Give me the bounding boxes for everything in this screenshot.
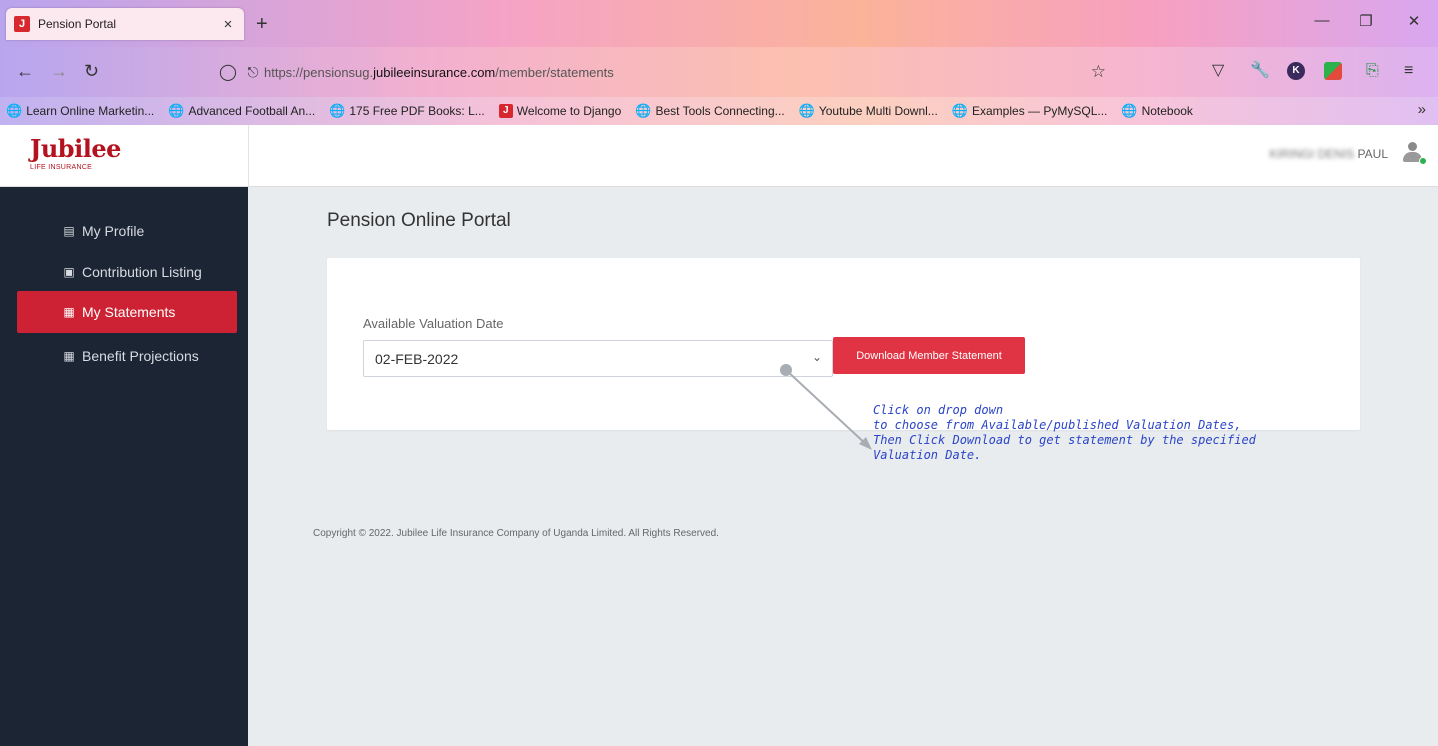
sidebar-item-label: Benefit Projections [82, 348, 199, 364]
annotation-line: Valuation Date. [873, 448, 982, 462]
jubilee-favicon-icon: J [14, 16, 30, 32]
online-status-dot [1419, 157, 1427, 165]
browser-tab[interactable]: J Pension Portal × [6, 8, 244, 40]
sidebar-item-label: Contribution Listing [82, 264, 202, 280]
url-host: jubileeinsurance.com [373, 64, 496, 80]
sidebar-item-my-profile[interactable]: ▤ My Profile [17, 210, 237, 252]
bookmark-label: Youtube Multi Downl... [818, 104, 938, 118]
bookmark-item[interactable]: 🌐 Best Tools Connecting... [635, 103, 784, 119]
reload-icon[interactable]: ↻ [84, 61, 99, 81]
bookmark-label: Learn Online Marketin... [26, 104, 155, 118]
back-icon[interactable]: ← [16, 61, 34, 81]
globe-icon: 🌐 [168, 103, 185, 118]
annotation-note: Click on drop down to choose from Availa… [873, 403, 1293, 463]
money-icon: ▣ [63, 265, 75, 279]
pocket-icon[interactable]: ▽ [1212, 61, 1224, 81]
annotation-line: Click on drop down [873, 403, 1004, 417]
globe-icon: 🌐 [1121, 103, 1138, 118]
browser-navbar: ← → ↻ ◯ ⎋ https://pensionsug. jubileeins… [0, 47, 1438, 97]
url-path: /member/statements [495, 64, 614, 80]
forward-icon[interactable]: → [50, 61, 68, 81]
bookmarks-overflow-icon[interactable]: » [1418, 101, 1426, 118]
copyright-text: Copyright © 2022. Jubilee Life Insurance… [313, 528, 719, 539]
sidebar: ▤ My Profile ▣ Contribution Listing ▦ My… [0, 187, 248, 746]
bookmark-item[interactable]: 🌐 175 Free PDF Books: L... [329, 103, 485, 119]
bookmark-label: Notebook [1141, 104, 1193, 118]
globe-icon: 🌐 [329, 103, 346, 118]
browser-tab-strip: J Pension Portal × + — ❐ ✕ [0, 0, 1438, 47]
selected-date: 02-FEB-2022 [375, 350, 459, 367]
new-tab-button[interactable]: + [256, 14, 268, 34]
profile-k-icon[interactable]: K [1287, 62, 1305, 80]
user-name-redacted: KIRINGI DENIS [1269, 147, 1355, 161]
page-title: Pension Online Portal [327, 210, 511, 231]
printer-icon[interactable]: ⎘ [1366, 61, 1379, 81]
brand-logo[interactable]: Jubilee LIFE INSURANCE [0, 125, 249, 186]
annotation-arrow-head [859, 437, 872, 450]
globe-icon: 🌐 [6, 103, 23, 118]
bookmark-star-icon[interactable]: ☆ [1091, 62, 1106, 82]
user-name[interactable]: KIRINGI DENIS PAUL [1270, 147, 1389, 161]
sidebar-item-contribution-listing[interactable]: ▣ Contribution Listing [17, 251, 237, 293]
minimize-icon[interactable]: — [1302, 12, 1342, 29]
avatar-head [1408, 142, 1417, 151]
bookmark-label: 175 Free PDF Books: L... [349, 104, 485, 118]
bookmark-label: Examples — PyMySQL... [972, 104, 1108, 118]
app-header: Jubilee LIFE INSURANCE KIRINGI DENIS PAU… [0, 125, 1438, 187]
wrench-icon[interactable]: 🔧 [1250, 61, 1270, 81]
bookmark-item[interactable]: 🌐 Notebook [1121, 103, 1193, 119]
extension-grid-icon[interactable] [1324, 62, 1342, 80]
shield-icon[interactable]: ◯ [214, 62, 242, 82]
sidebar-item-label: My Profile [82, 223, 145, 239]
tab-close-icon[interactable]: × [220, 16, 236, 33]
valuation-date-select[interactable]: 02-FEB-2022 ⌄ [363, 340, 833, 377]
brand-subtitle: LIFE INSURANCE [30, 164, 93, 171]
restore-icon[interactable]: ❐ [1346, 12, 1386, 30]
bookmark-item[interactable]: 🌐 Learn Online Marketin... [6, 103, 154, 119]
download-statement-button[interactable]: Download Member Statement [833, 337, 1025, 374]
avatar[interactable] [1400, 142, 1427, 166]
user-last-name: PAUL [1357, 147, 1388, 161]
bookmark-item[interactable]: 🌐 Youtube Multi Downl... [799, 103, 938, 119]
bookmark-item[interactable]: J Welcome to Django [498, 104, 622, 118]
sidebar-item-label: My Statements [82, 304, 176, 320]
valuation-date-label: Available Valuation Date [363, 316, 504, 331]
lock-icon[interactable]: ⎋ [242, 64, 264, 81]
bookmark-label: Best Tools Connecting... [655, 104, 785, 118]
bookmark-label: Advanced Football An... [188, 104, 316, 118]
annotation-line: to choose from Available/published Valua… [873, 418, 1242, 432]
menu-icon[interactable]: ≡ [1404, 61, 1413, 81]
newspaper-icon: ▦ [63, 349, 75, 363]
sidebar-item-my-statements[interactable]: ▦ My Statements [17, 291, 237, 333]
bookmark-item[interactable]: 🌐 Advanced Football An... [168, 103, 315, 119]
id-card-icon: ▤ [63, 224, 75, 238]
newspaper-icon: ▦ [63, 305, 75, 319]
sidebar-item-benefit-projections[interactable]: ▦ Benefit Projections [17, 335, 237, 377]
tab-title: Pension Portal [38, 17, 117, 31]
globe-icon: 🌐 [951, 103, 968, 118]
chevron-down-icon[interactable]: ⌄ [812, 350, 822, 364]
close-window-icon[interactable]: ✕ [1394, 12, 1434, 30]
url-prefix: https://pensionsug. [264, 64, 374, 80]
jubilee-favicon-icon: J [498, 104, 513, 118]
annotation-line: Then Click Download to get statement by … [873, 433, 1256, 447]
brand-name: Jubilee [30, 134, 121, 163]
url-bar[interactable]: ◯ ⎋ https://pensionsug. jubileeinsurance… [214, 56, 1112, 88]
globe-icon: 🌐 [635, 103, 652, 118]
bookmark-label: Welcome to Django [516, 104, 622, 118]
globe-icon: 🌐 [798, 103, 815, 118]
bookmarks-bar: 🌐 Learn Online Marketin... 🌐 Advanced Foot… [0, 97, 1438, 125]
bookmark-item[interactable]: 🌐 Examples — PyMySQL... [952, 103, 1108, 119]
